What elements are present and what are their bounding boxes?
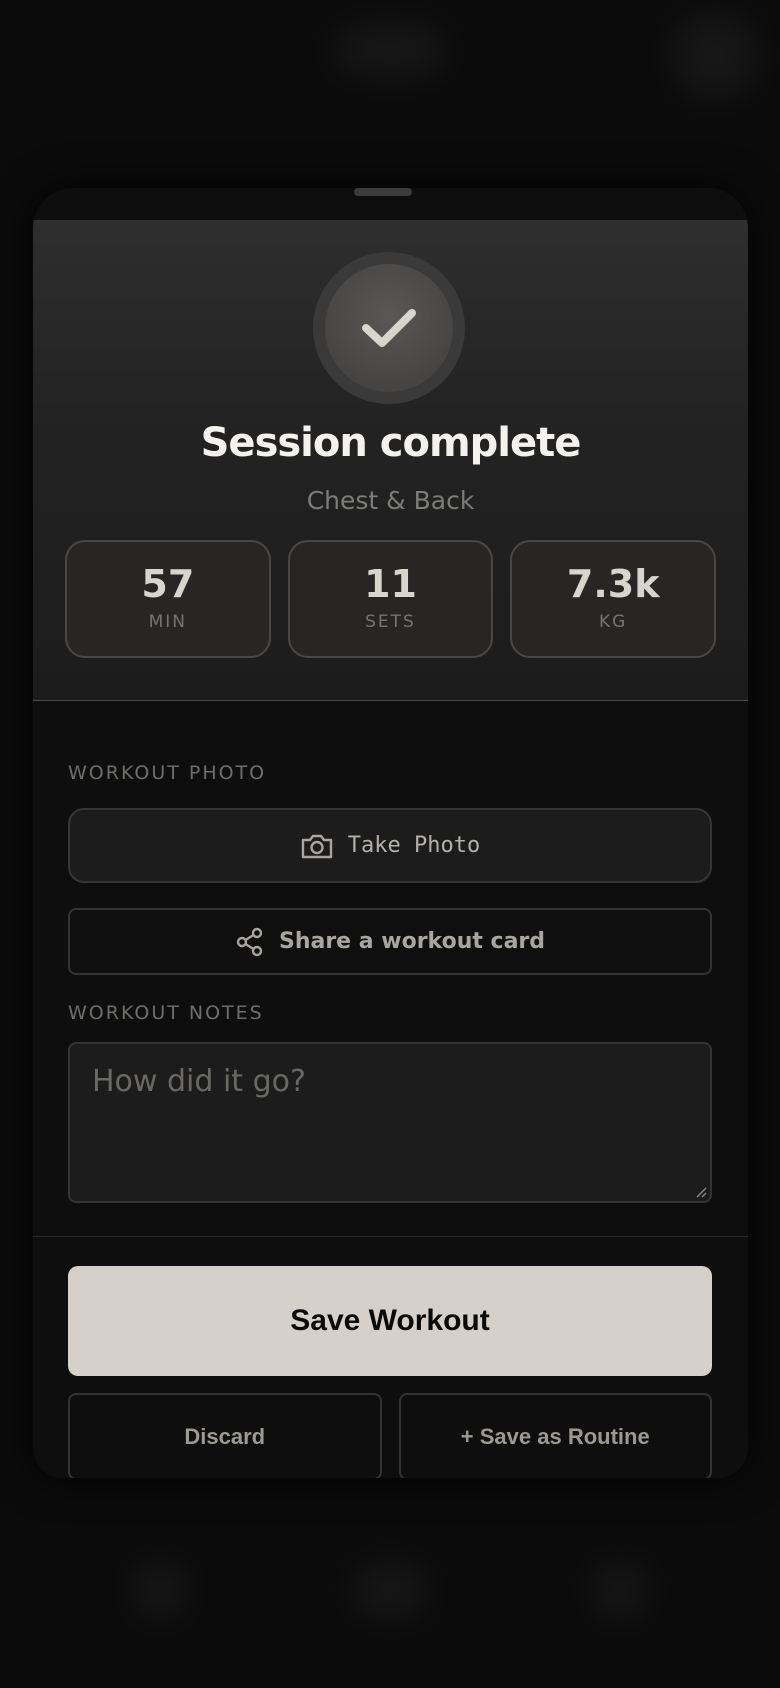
resize-grip-icon[interactable] bbox=[695, 1186, 707, 1198]
workout-summary-screen: Session complete Chest & Back 57 MIN 11 … bbox=[0, 0, 780, 1688]
divider bbox=[33, 1236, 748, 1237]
stat-sets: 11 SETS bbox=[287, 540, 494, 658]
background-blob bbox=[670, 10, 760, 100]
stats-row: 57 MIN 11 SETS 7.3k KG bbox=[65, 540, 717, 658]
check-circle bbox=[325, 264, 453, 392]
stat-value: 11 bbox=[364, 562, 417, 606]
workout-name: Chest & Back bbox=[306, 486, 475, 515]
workout-photo-label: WORKOUT PHOTO bbox=[68, 762, 267, 784]
workout-notes-label: WORKOUT NOTES bbox=[68, 1002, 264, 1024]
share-icon bbox=[236, 927, 263, 956]
workout-notes-input[interactable] bbox=[68, 1042, 712, 1203]
sheet-grab-handle[interactable] bbox=[354, 188, 412, 196]
stat-unit: KG bbox=[599, 612, 628, 632]
stat-value: 57 bbox=[141, 562, 195, 606]
background-blob bbox=[330, 20, 450, 80]
background-blob bbox=[350, 1560, 430, 1620]
save-as-routine-button[interactable]: + Save as Routine bbox=[398, 1393, 712, 1478]
take-photo-button[interactable]: Take Photo bbox=[68, 808, 712, 883]
summary-sheet: Session complete Chest & Back 57 MIN 11 … bbox=[33, 188, 748, 1478]
stat-value: 7.3k bbox=[566, 562, 660, 606]
save-workout-button[interactable]: Save Workout bbox=[68, 1266, 712, 1376]
background-blob bbox=[590, 1560, 650, 1620]
share-label: Share a workout card bbox=[278, 929, 546, 954]
discard-button[interactable]: Discard bbox=[68, 1393, 382, 1478]
take-photo-label: Take Photo bbox=[347, 833, 481, 858]
share-workout-card-button[interactable]: Share a workout card bbox=[68, 908, 712, 975]
camera-icon bbox=[301, 834, 332, 858]
summary-header: Session complete Chest & Back 57 MIN 11 … bbox=[33, 220, 748, 701]
check-icon bbox=[362, 309, 416, 347]
page-title: Session complete bbox=[200, 420, 582, 466]
success-badge bbox=[313, 252, 465, 404]
stat-unit: SETS bbox=[365, 612, 416, 632]
secondary-actions: Discard + Save as Routine bbox=[68, 1393, 712, 1478]
background-blob bbox=[130, 1560, 190, 1620]
stat-unit: MIN bbox=[148, 612, 188, 632]
stat-volume: 7.3k KG bbox=[510, 540, 717, 658]
stat-duration: 57 MIN bbox=[65, 540, 271, 658]
